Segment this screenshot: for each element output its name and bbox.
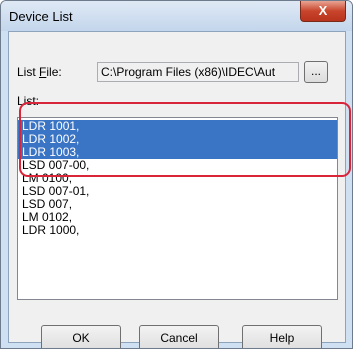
close-icon: X (318, 3, 328, 18)
list-item[interactable]: LDR 1000, (18, 224, 337, 237)
selection-highlight-annotation (19, 102, 351, 177)
dialog-title: Device List (9, 9, 73, 24)
list-file-label: List File: (17, 65, 62, 79)
list-file-path-field[interactable]: C:\Program Files (x86)\IDEC\Aut (97, 62, 299, 82)
ok-button[interactable]: OK (41, 325, 121, 348)
cancel-button[interactable]: Cancel (139, 325, 219, 348)
browse-button[interactable]: ... (304, 61, 328, 83)
dialog-body: List File: C:\Program Files (x86)\IDEC\A… (8, 31, 346, 348)
close-button[interactable]: X (300, 1, 346, 22)
help-button[interactable]: Help (242, 325, 322, 348)
title-bar[interactable]: Device List X (1, 1, 352, 31)
